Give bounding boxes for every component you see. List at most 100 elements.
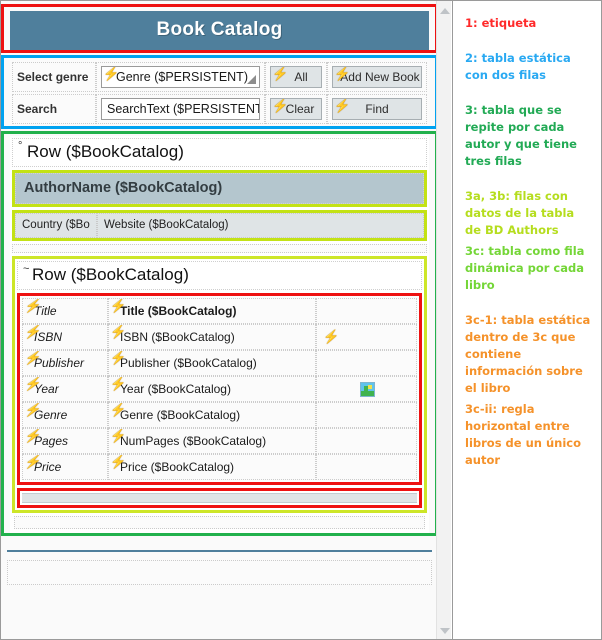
author-repeat-block: ° Row ($BookCatalog) AuthorName ($BookCa… bbox=[10, 136, 429, 533]
detail-value-cell: ⚡ Price ($BookCatalog) bbox=[108, 454, 316, 480]
legend-note-3c: 3c: tabla como fila dinámica por cada li… bbox=[465, 244, 585, 292]
outer-row-label: ° Row ($BookCatalog) bbox=[12, 138, 427, 167]
search-input[interactable]: SearchText ($PERSISTENT) bbox=[101, 98, 260, 120]
detail-value-text: Price ($BookCatalog) bbox=[120, 460, 235, 474]
website-cell: Website ($BookCatalog) bbox=[97, 213, 424, 238]
genre-select[interactable]: ⚡ Genre ($PERSISTENT) bbox=[101, 66, 260, 88]
find-button[interactable]: ⚡ Find bbox=[332, 98, 422, 120]
detail-value-cell: ⚡ NumPages ($BookCatalog) bbox=[108, 428, 316, 454]
table-row: ⚡ Year ⚡ Year ($BookCatalog) bbox=[22, 376, 417, 402]
detail-value-text: Title ($BookCatalog) bbox=[120, 304, 237, 318]
chevron-down-icon bbox=[247, 75, 256, 84]
detail-key-text: Title bbox=[34, 304, 57, 318]
table-row: ⚡ Pages ⚡ NumPages ($BookCatalog) bbox=[22, 428, 417, 454]
country-website-row: Country ($Bo Website ($BookCatalog) bbox=[15, 213, 424, 238]
image-placeholder-icon bbox=[360, 381, 375, 397]
detail-key-cell: ⚡ Year bbox=[22, 376, 108, 402]
legend-note-3a-3b: 3a, 3b: filas con datos de la tabla de B… bbox=[465, 189, 575, 237]
annotation-box-3c-book-row-table: ~ Row ($BookCatalog) ⚡ Title ⚡ Title ($B… bbox=[12, 256, 427, 513]
inner-row-label-text: Row ($BookCatalog) bbox=[32, 265, 189, 284]
application-window: Book Catalog Select genre ⚡ Genre ($PERS… bbox=[0, 0, 602, 640]
lightning-icon: ⚡ bbox=[272, 66, 289, 81]
clear-button-cell: ⚡ Clear bbox=[265, 94, 327, 124]
annotation-box-2-static-table: Select genre ⚡ Genre ($PERSISTENT) ⚡ All… bbox=[1, 55, 438, 129]
page-horizontal-rule bbox=[7, 550, 432, 552]
vertical-scrollbar[interactable] bbox=[436, 1, 451, 639]
toolbar-row-genre: Select genre ⚡ Genre ($PERSISTENT) ⚡ All… bbox=[12, 62, 427, 92]
detail-key-cell: ⚡ Pages bbox=[22, 428, 108, 454]
detail-extra-cell bbox=[316, 428, 417, 454]
detail-value-text: NumPages ($BookCatalog) bbox=[120, 434, 267, 448]
genre-select-value: Genre ($PERSISTENT) bbox=[116, 70, 248, 84]
lightning-icon: ⚡ bbox=[334, 98, 351, 113]
lightning-icon: ⚡ bbox=[323, 329, 340, 344]
detail-key-cell: ⚡ Title bbox=[22, 298, 108, 324]
legend-note-2: 2: tabla estática con dos filas bbox=[465, 51, 571, 82]
clear-button[interactable]: ⚡ Clear bbox=[270, 98, 322, 120]
author-block-tail-spacer bbox=[14, 516, 425, 529]
table-row: ⚡ Publisher ⚡ Publisher ($BookCatalog) bbox=[22, 350, 417, 376]
scroll-down-arrow-button[interactable] bbox=[437, 623, 451, 638]
author-block-spacer bbox=[12, 244, 427, 253]
book-detail-table: ⚡ Title ⚡ Title ($BookCatalog) ⚡ ISBN ⚡ … bbox=[20, 296, 419, 482]
all-button[interactable]: ⚡ All bbox=[270, 66, 322, 88]
detail-key-cell: ⚡ Price bbox=[22, 454, 108, 480]
annotation-box-3b-country-website-row: Country ($Bo Website ($BookCatalog) bbox=[12, 210, 427, 241]
add-new-book-button[interactable]: ⚡ Add New Book bbox=[332, 66, 422, 88]
genre-select-cell: ⚡ Genre ($PERSISTENT) bbox=[96, 62, 265, 92]
detail-value-text: Year ($BookCatalog) bbox=[120, 382, 231, 396]
detail-key-text: ISBN bbox=[34, 330, 63, 344]
legend-note-3: 3: tabla que se repite por cada autor y … bbox=[465, 103, 577, 168]
legend-note-3c-1: 3c-1: tabla estática dentro de 3c que co… bbox=[465, 313, 591, 395]
detail-value-cell: ⚡ Publisher ($BookCatalog) bbox=[108, 350, 316, 376]
page-footer-placeholder bbox=[7, 560, 432, 585]
annotation-box-3-author-table: ° Row ($BookCatalog) AuthorName ($BookCa… bbox=[1, 131, 438, 536]
detail-extra-cell bbox=[316, 402, 417, 428]
editor-pane: Book Catalog Select genre ⚡ Genre ($PERS… bbox=[1, 1, 451, 639]
annotation-box-3cii-horizontal-rule bbox=[17, 488, 422, 508]
add-new-book-button-cell: ⚡ Add New Book bbox=[327, 62, 427, 92]
legend-note-1: 1: etiqueta bbox=[465, 16, 537, 30]
clear-button-label: Clear bbox=[285, 102, 315, 116]
page-title: Book Catalog bbox=[10, 11, 429, 50]
add-new-book-button-label: Add New Book bbox=[340, 70, 420, 84]
detail-value-cell: ⚡ Title ($BookCatalog) bbox=[108, 298, 316, 324]
detail-value-cell: ⚡ Genre ($BookCatalog) bbox=[108, 402, 316, 428]
legend-note-3c-ii: 3c-ii: regla horizontal entre libros de … bbox=[465, 402, 581, 467]
search-label: Search bbox=[12, 94, 96, 124]
scroll-up-arrow-button[interactable] bbox=[437, 3, 451, 18]
select-genre-label: Select genre bbox=[12, 62, 96, 92]
detail-value-text: Genre ($BookCatalog) bbox=[120, 408, 241, 422]
detail-value-cell: ⚡ Year ($BookCatalog) bbox=[108, 376, 316, 402]
annotation-box-3c1-book-detail-table: ⚡ Title ⚡ Title ($BookCatalog) ⚡ ISBN ⚡ … bbox=[17, 293, 422, 485]
table-row: ⚡ Genre ⚡ Genre ($BookCatalog) bbox=[22, 402, 417, 428]
annotation-legend-panel: 1: etiqueta 2: tabla estática con dos fi… bbox=[452, 1, 601, 639]
detail-extra-cell: ⚡ bbox=[316, 324, 417, 350]
editor-canvas: Book Catalog Select genre ⚡ Genre ($PERS… bbox=[1, 1, 438, 585]
detail-extra-cell bbox=[316, 298, 417, 324]
detail-extra-cell bbox=[316, 350, 417, 376]
find-button-cell: ⚡ Find bbox=[327, 94, 427, 124]
toolbar-table: Select genre ⚡ Genre ($PERSISTENT) ⚡ All… bbox=[10, 60, 429, 126]
detail-value-text: ISBN ($BookCatalog) bbox=[120, 330, 235, 344]
detail-key-text: Pages bbox=[34, 434, 69, 448]
detail-key-cell: ⚡ ISBN bbox=[22, 324, 108, 350]
inner-row-label: ~ Row ($BookCatalog) bbox=[17, 261, 422, 290]
detail-value-cell: ⚡ ISBN ($BookCatalog) bbox=[108, 324, 316, 350]
detail-key-text: Price bbox=[34, 460, 62, 474]
outer-row-label-text: Row ($BookCatalog) bbox=[27, 142, 184, 161]
table-row: ⚡ ISBN ⚡ ISBN ($BookCatalog) ⚡ bbox=[22, 324, 417, 350]
table-row: ⚡ Title ⚡ Title ($BookCatalog) bbox=[22, 298, 417, 324]
detail-extra-cell bbox=[316, 376, 417, 402]
author-name-cell: AuthorName ($BookCatalog) bbox=[15, 173, 424, 204]
table-row: ⚡ Price ⚡ Price ($BookCatalog) bbox=[22, 454, 417, 480]
annotation-box-1-label: Book Catalog bbox=[1, 4, 438, 53]
country-cell: Country ($Bo bbox=[15, 213, 97, 238]
detail-key-text: Year bbox=[34, 382, 59, 396]
row-marker-icon: ° bbox=[18, 140, 23, 152]
search-input-value: SearchText ($PERSISTENT) bbox=[107, 102, 260, 116]
detail-extra-cell bbox=[316, 454, 417, 480]
book-separator-rule bbox=[22, 493, 417, 503]
all-button-cell: ⚡ All bbox=[265, 62, 327, 92]
find-button-label: Find bbox=[365, 102, 389, 116]
